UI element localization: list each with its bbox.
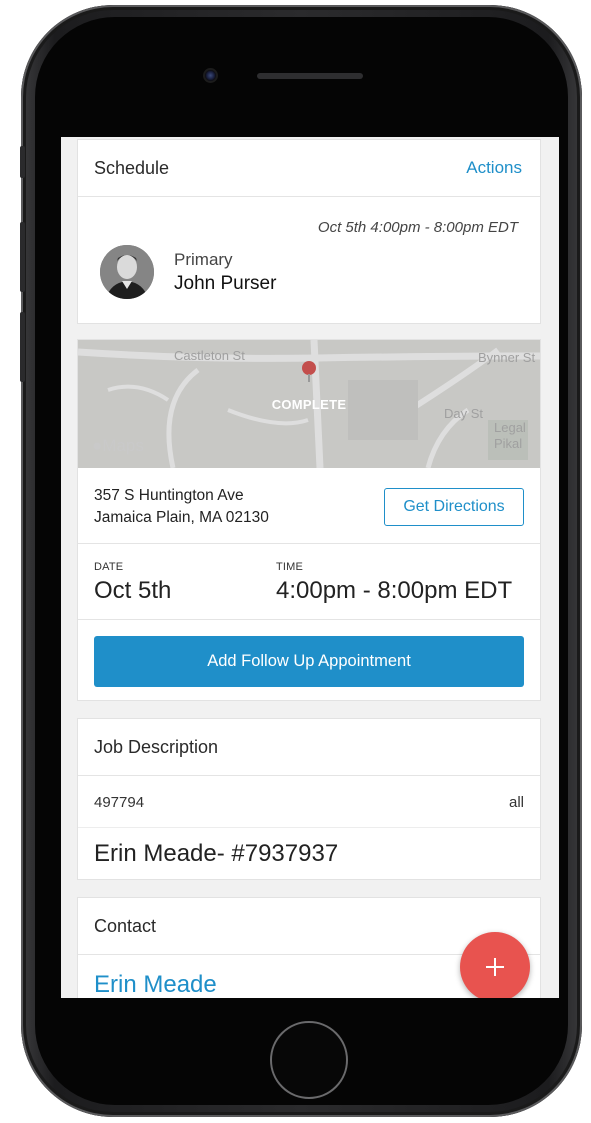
mute-switch bbox=[20, 146, 25, 178]
address-row: 357 S Huntington Ave Jamaica Plain, MA 0… bbox=[78, 468, 540, 544]
apple-icon: ● bbox=[92, 436, 103, 455]
job-description-header: Job Description bbox=[78, 719, 540, 776]
maps-provider: Maps bbox=[102, 436, 144, 455]
contact-name-link[interactable]: Erin Meade bbox=[94, 971, 217, 998]
home-button[interactable] bbox=[270, 1021, 348, 1099]
address-line1: 357 S Huntington Ave bbox=[94, 487, 244, 504]
maps-logo: ●Maps bbox=[92, 436, 144, 456]
job-description-text: Erin Meade- #7937937 bbox=[94, 840, 339, 867]
date-label: DATE bbox=[94, 561, 124, 573]
get-directions-button[interactable]: Get Directions bbox=[384, 488, 524, 526]
job-description-body: 497794 all Erin Meade- #7937937 bbox=[78, 776, 540, 880]
job-meta-row: 497794 all bbox=[78, 776, 540, 828]
schedule-title: Schedule bbox=[94, 157, 170, 178]
volume-up-button bbox=[20, 222, 25, 292]
volume-down-button bbox=[20, 312, 25, 382]
earpiece-speaker bbox=[257, 73, 363, 79]
job-description-title: Job Description bbox=[94, 736, 219, 757]
front-camera bbox=[203, 68, 218, 83]
schedule-card: Schedule Actions Oct 5th 4:00pm - 8:00pm… bbox=[77, 139, 541, 324]
follow-up-section: Add Follow Up Appointment bbox=[78, 620, 540, 702]
time-value: 4:00pm - 8:00pm EDT bbox=[276, 577, 513, 604]
add-fab-button[interactable] bbox=[460, 932, 530, 998]
appointment-status: COMPLETE bbox=[271, 397, 347, 412]
date-time-row: DATE Oct 5th TIME 4:00pm - 8:00pm EDT bbox=[78, 544, 540, 620]
avatar[interactable] bbox=[100, 245, 154, 299]
schedule-body: Oct 5th 4:00pm - 8:00pm EDT Primary John… bbox=[78, 197, 540, 324]
app-screen: Schedule Actions Oct 5th 4:00pm - 8:00pm… bbox=[61, 137, 559, 998]
job-description-card: Job Description 497794 all Erin Meade- #… bbox=[77, 718, 541, 880]
schedule-header: Schedule Actions bbox=[78, 140, 540, 197]
schedule-time-range: Oct 5th 4:00pm - 8:00pm EDT bbox=[317, 219, 518, 236]
actions-link[interactable]: Actions bbox=[466, 158, 522, 178]
time-label: TIME bbox=[276, 561, 304, 573]
date-value: Oct 5th bbox=[94, 577, 172, 604]
plus-icon bbox=[486, 958, 504, 976]
contact-title: Contact bbox=[94, 915, 157, 936]
add-follow-up-button[interactable]: Add Follow Up Appointment bbox=[94, 636, 524, 687]
assignee-name: John Purser bbox=[174, 273, 277, 294]
assignee-role: Primary bbox=[174, 250, 233, 269]
address-line2: Jamaica Plain, MA 02130 bbox=[94, 509, 269, 526]
job-id: 497794 bbox=[94, 794, 145, 811]
map-view[interactable]: Castleton St Bynner St Day St Legal Pika… bbox=[78, 340, 540, 468]
appointment-card: Castleton St Bynner St Day St Legal Pika… bbox=[77, 339, 541, 701]
job-scope: all bbox=[508, 794, 524, 811]
